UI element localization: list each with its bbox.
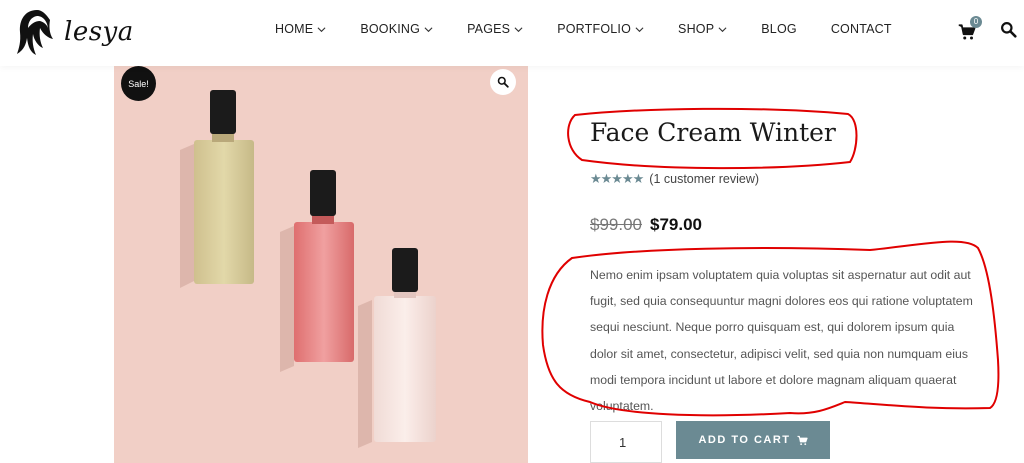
nav-blog[interactable]: BLOG [761,22,797,36]
cart-icon [796,435,808,445]
header-search-button[interactable] [1000,21,1018,39]
sale-price: $79.00 [650,215,702,234]
nav-pages[interactable]: PAGES [467,22,523,36]
product-title: Face Cream Winter [590,118,836,147]
product-image[interactable] [114,66,528,463]
nav-booking-label: BOOKING [360,22,421,36]
chevron-down-icon [514,26,523,32]
quantity-input[interactable] [590,421,662,463]
perfume-bottles-illustration [180,90,436,448]
nav-blog-label: BLOG [761,22,797,36]
magnifier-icon [497,76,509,88]
cart-button[interactable]: 0 [958,16,982,42]
hair-logo-icon [17,10,53,55]
nav-shop-label: SHOP [678,22,715,36]
nav-portfolio-label: PORTFOLIO [557,22,632,36]
logo-text: lesya [64,17,134,47]
star-rating-icon: ★★★★★ [590,171,644,186]
add-to-cart-button[interactable]: ADD TO CART [676,421,830,459]
site-logo[interactable]: lesya [16,8,134,56]
nav-contact[interactable]: CONTACT [831,22,892,36]
cart-count-badge: 0 [970,16,982,28]
image-zoom-button[interactable] [490,69,516,95]
nav-shop[interactable]: SHOP [678,22,727,36]
customer-review-link[interactable]: (1 customer review) [649,172,759,186]
chevron-down-icon [635,26,644,32]
nav-booking[interactable]: BOOKING [360,22,433,36]
nav-portfolio[interactable]: PORTFOLIO [557,22,644,36]
old-price: $99.00 [590,215,642,234]
chevron-down-icon [424,26,433,32]
add-to-cart-label: ADD TO CART [698,434,791,446]
chevron-down-icon [718,26,727,32]
site-header: lesya HOME BOOKING PAGES PORTFOLIO SHOP … [0,0,1024,66]
nav-home[interactable]: HOME [275,22,326,36]
sale-badge: Sale! [121,66,156,101]
product-rating: ★★★★★ (1 customer review) [590,171,759,187]
search-icon [1001,22,1017,38]
nav-pages-label: PAGES [467,22,511,36]
product-description: Nemo enim ipsam voluptatem quia voluptas… [590,268,973,414]
nav-home-label: HOME [275,22,314,36]
chevron-down-icon [317,26,326,32]
product-price: $99.00 $79.00 [590,215,702,235]
main-nav: HOME BOOKING PAGES PORTFOLIO SHOP BLOG C… [275,22,926,36]
nav-contact-label: CONTACT [830,22,892,36]
